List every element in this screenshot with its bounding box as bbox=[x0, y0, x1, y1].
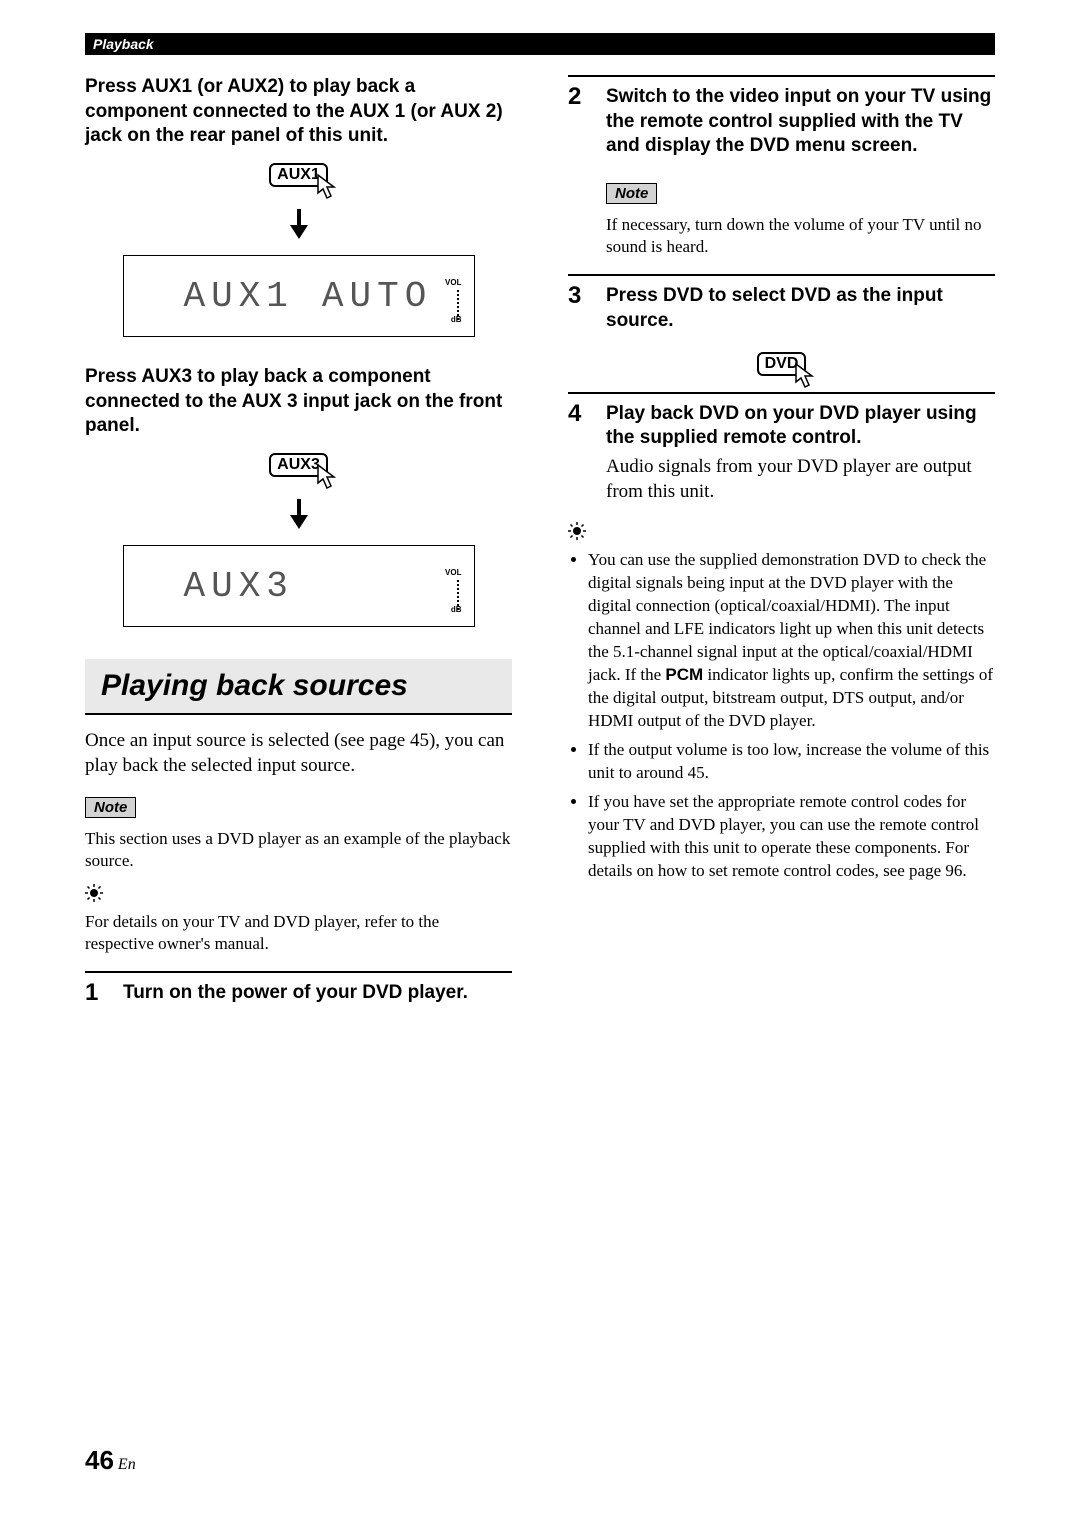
step-2-text: Switch to the video input on your TV usi… bbox=[606, 85, 995, 159]
press-cursor-icon bbox=[314, 173, 340, 203]
tip-body: For details on your TV and DVD player, r… bbox=[85, 911, 512, 955]
aux3-diagram: AUX3 AUX3 VOL dB bbox=[85, 453, 512, 627]
aux3-button-graphic: AUX3 bbox=[269, 453, 328, 477]
pcm-indicator-label: PCM bbox=[665, 665, 703, 684]
step-2-block: 2 Switch to the video input on your TV u… bbox=[568, 75, 995, 159]
display1-text-a: AUX1 bbox=[184, 276, 294, 317]
vol-label: VOL bbox=[445, 568, 461, 577]
section-heading-box: Playing back sources bbox=[85, 659, 512, 715]
page-number: 46En bbox=[85, 1445, 136, 1476]
aux3-instruction: Press AUX3 to play back a component conn… bbox=[85, 365, 512, 439]
down-arrow-icon bbox=[290, 209, 308, 245]
page-language: En bbox=[118, 1456, 136, 1473]
tip-item-1: You can use the supplied demonstration D… bbox=[588, 549, 995, 733]
tip-icon bbox=[85, 884, 512, 907]
vol-label: VOL bbox=[445, 278, 461, 287]
step-4-block: 4 Play back DVD on your DVD player using… bbox=[568, 392, 995, 505]
step-number: 2 bbox=[568, 85, 588, 109]
step-4-subtext: Audio signals from your DVD player are o… bbox=[606, 455, 995, 504]
display2-text-a: AUX3 bbox=[184, 566, 294, 607]
right-column: 2 Switch to the video input on your TV u… bbox=[568, 75, 995, 1024]
manual-page: Playback Press AUX1 (or AUX2) to play ba… bbox=[0, 0, 1080, 1526]
note-body: This section uses a DVD player as an exa… bbox=[85, 828, 512, 872]
tip-icon bbox=[568, 522, 995, 545]
step-4-text: Play back DVD on your DVD player using t… bbox=[606, 402, 995, 451]
section-heading: Playing back sources bbox=[101, 669, 496, 703]
tip-item-2: If the output volume is too low, increas… bbox=[588, 739, 995, 785]
note-badge: Note bbox=[606, 183, 657, 204]
aux1-button-graphic: AUX1 bbox=[269, 163, 328, 187]
two-column-layout: Press AUX1 (or AUX2) to play back a comp… bbox=[85, 75, 995, 1024]
aux1-instruction: Press AUX1 (or AUX2) to play back a comp… bbox=[85, 75, 512, 149]
vol-db-label: dB bbox=[451, 605, 462, 614]
step-number: 4 bbox=[568, 402, 588, 426]
step-3-text: Press DVD to select DVD as the input sou… bbox=[606, 284, 995, 333]
vol-db-label: dB bbox=[451, 315, 462, 324]
press-cursor-icon bbox=[314, 463, 340, 493]
aux1-diagram: AUX1 AUX1 AUTO VOL dB bbox=[85, 163, 512, 337]
tip-item-3: If you have set the appropriate remote c… bbox=[588, 791, 995, 883]
header-section-label: Playback bbox=[85, 36, 154, 52]
page-number-value: 46 bbox=[85, 1445, 114, 1475]
step-1-block: 1 Turn on the power of your DVD player. bbox=[85, 971, 512, 1006]
tip-1-pre: You can use the supplied demonstration D… bbox=[588, 550, 986, 684]
step-2-note: Note If necessary, turn down the volume … bbox=[606, 177, 995, 258]
note-body: If necessary, turn down the volume of yo… bbox=[606, 214, 995, 258]
header-bar: Playback bbox=[85, 33, 995, 55]
section-intro: Once an input source is selected (see pa… bbox=[85, 729, 512, 778]
step-number: 3 bbox=[568, 284, 588, 308]
note-badge: Note bbox=[85, 797, 136, 818]
front-panel-display-2: AUX3 VOL dB bbox=[123, 545, 475, 627]
step-3-block: 3 Press DVD to select DVD as the input s… bbox=[568, 274, 995, 333]
display1-text-b: AUTO bbox=[322, 276, 432, 317]
step-number: 1 bbox=[85, 981, 105, 1005]
press-cursor-icon bbox=[792, 362, 818, 392]
front-panel-display-1: AUX1 AUTO VOL dB bbox=[123, 255, 475, 337]
down-arrow-icon bbox=[290, 499, 308, 535]
dvd-button-diagram: DVD bbox=[568, 352, 995, 376]
step-1-text: Turn on the power of your DVD player. bbox=[123, 981, 468, 1006]
tips-list: You can use the supplied demonstration D… bbox=[568, 549, 995, 882]
left-column: Press AUX1 (or AUX2) to play back a comp… bbox=[85, 75, 512, 1024]
